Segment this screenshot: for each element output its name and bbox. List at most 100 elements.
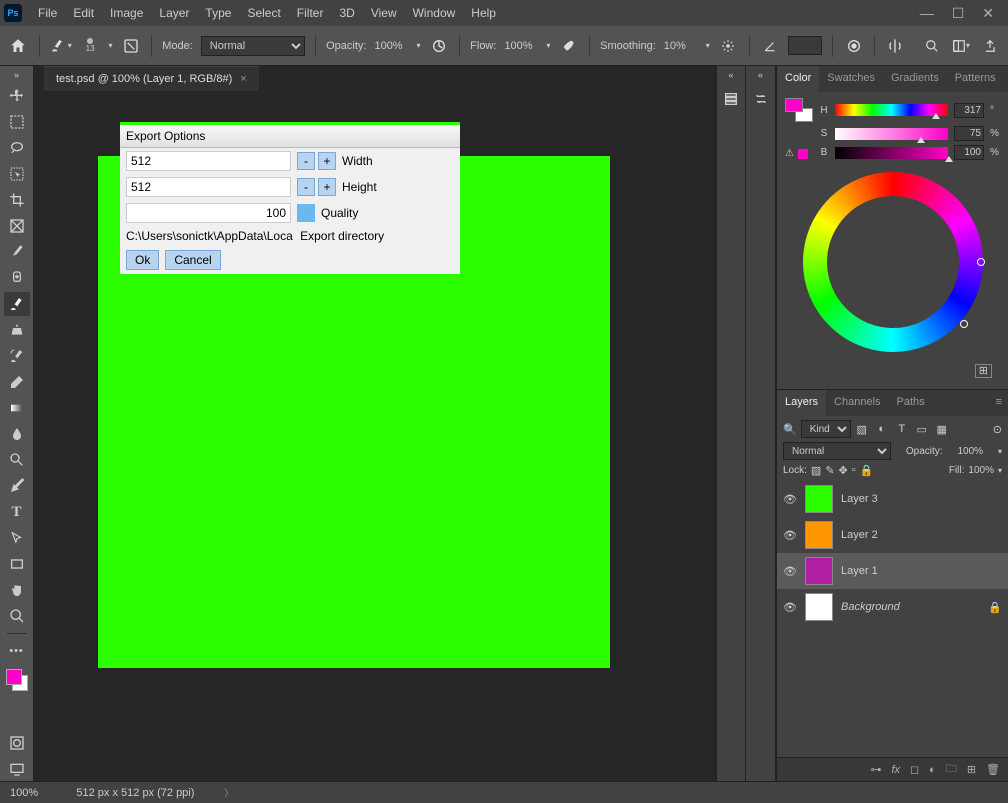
eyedropper-tool[interactable]	[4, 240, 30, 264]
link-layers-icon[interactable]: ⊶	[870, 763, 881, 776]
add-swatch-icon[interactable]: ⊞	[975, 364, 992, 378]
lock-icon[interactable]: 🔒	[988, 601, 1002, 614]
move-tool[interactable]	[4, 84, 30, 108]
lock-artboard-icon[interactable]: ▫	[852, 464, 856, 477]
visibility-icon[interactable]: 👁	[783, 565, 797, 578]
layer-item[interactable]: 👁Layer 3	[777, 481, 1008, 517]
type-tool[interactable]: T	[4, 500, 30, 524]
sat-slider[interactable]	[835, 128, 948, 140]
layer-thumbnail[interactable]	[805, 593, 833, 621]
expand-panel-icon[interactable]: «	[729, 70, 734, 80]
layer-thumbnail[interactable]	[805, 557, 833, 585]
zoom-level[interactable]: 100%	[10, 787, 46, 799]
filter-pixel-icon[interactable]: ▧	[855, 422, 869, 436]
clone-stamp-tool[interactable]	[4, 318, 30, 342]
blur-tool[interactable]	[4, 422, 30, 446]
lasso-tool[interactable]	[4, 136, 30, 160]
layer-mask-icon[interactable]: ◻	[910, 763, 919, 776]
workspace-icon[interactable]: ▾	[950, 35, 971, 57]
wheel-outer-marker[interactable]	[960, 320, 968, 328]
blend-mode-select[interactable]: Normal	[201, 36, 305, 56]
edit-toolbar-icon[interactable]: •••	[4, 639, 30, 663]
airbrush-icon[interactable]	[558, 35, 579, 57]
layer-item[interactable]: 👁 Layer 1	[777, 553, 1008, 589]
smoothing-value[interactable]: 10%	[664, 40, 698, 52]
menu-edit[interactable]: Edit	[65, 2, 102, 24]
history-panel-icon[interactable]	[720, 88, 742, 110]
history-brush-tool[interactable]	[4, 344, 30, 368]
tab-swatches[interactable]: Swatches	[819, 66, 883, 92]
quick-mask-icon[interactable]	[4, 731, 30, 755]
layer-thumbnail[interactable]	[805, 521, 833, 549]
opacity-value[interactable]: 100%	[374, 40, 408, 52]
new-layer-icon[interactable]: ⊞	[967, 763, 976, 776]
pressure-size-icon[interactable]	[843, 35, 864, 57]
brush-size[interactable]: 13	[80, 35, 101, 57]
angle-input[interactable]: 0°	[788, 36, 822, 55]
crop-tool[interactable]	[4, 188, 30, 212]
visibility-icon[interactable]: 👁	[783, 493, 797, 506]
adjustment-layer-icon[interactable]: ◐	[929, 764, 936, 776]
height-decrement[interactable]: -	[297, 178, 315, 196]
maximize-button[interactable]: ☐	[952, 5, 965, 22]
brush-tool[interactable]	[4, 292, 30, 316]
marquee-tool[interactable]	[4, 110, 30, 134]
panel-menu-icon[interactable]: ≡	[1004, 66, 1008, 92]
layer-style-icon[interactable]: fx	[891, 764, 900, 776]
tab-gradients[interactable]: Gradients	[883, 66, 947, 92]
filter-smart-icon[interactable]: ▦	[935, 422, 949, 436]
width-input[interactable]	[126, 151, 291, 171]
wheel-hue-marker[interactable]	[977, 258, 985, 266]
layer-thumbnail[interactable]	[805, 485, 833, 513]
layer-item[interactable]: 👁Background🔒	[777, 589, 1008, 625]
smoothing-options-icon[interactable]	[718, 35, 739, 57]
group-icon[interactable]: 🗀	[946, 760, 957, 779]
collapse-toolbar-icon[interactable]: »	[14, 70, 19, 80]
gamut-warning-icon[interactable]: ⚠	[785, 148, 794, 159]
menu-layer[interactable]: Layer	[151, 2, 197, 24]
tab-color[interactable]: Color	[777, 66, 819, 92]
rectangle-tool[interactable]	[4, 552, 30, 576]
menu-window[interactable]: Window	[405, 2, 464, 24]
layer-opacity-value[interactable]: 100%	[958, 446, 984, 457]
bri-slider[interactable]	[835, 147, 948, 159]
filter-type-icon[interactable]: T	[895, 422, 909, 436]
layer-fill-value[interactable]: 100%	[968, 465, 994, 476]
symmetry-icon[interactable]	[885, 35, 906, 57]
visibility-icon[interactable]: 👁	[783, 529, 797, 542]
pen-tool[interactable]	[4, 474, 30, 498]
lock-transparency-icon[interactable]: ▨	[811, 464, 821, 477]
tab-layers[interactable]: Layers	[777, 390, 826, 416]
lock-all-icon[interactable]: 🔒	[860, 464, 874, 477]
lock-position-icon[interactable]: ✥	[839, 464, 848, 477]
hand-tool[interactable]	[4, 578, 30, 602]
healing-brush-tool[interactable]	[4, 266, 30, 290]
menu-help[interactable]: Help	[463, 2, 504, 24]
pressure-opacity-icon[interactable]	[428, 35, 449, 57]
canvas-area[interactable]: test.psd @ 100% (Layer 1, RGB/8#) × Expo…	[34, 66, 716, 781]
search-icon[interactable]	[922, 35, 943, 57]
height-input[interactable]	[126, 177, 291, 197]
flow-value[interactable]: 100%	[504, 40, 538, 52]
width-decrement[interactable]: -	[297, 152, 315, 170]
bri-input[interactable]	[954, 145, 984, 160]
brush-panel-toggle-icon[interactable]	[120, 35, 141, 57]
layer-name[interactable]: Layer 1	[841, 565, 878, 577]
visibility-icon[interactable]: 👁	[783, 601, 797, 614]
frame-tool[interactable]	[4, 214, 30, 238]
screen-mode-icon[interactable]	[4, 757, 30, 781]
minimize-button[interactable]: —	[920, 5, 934, 22]
expand-panel-icon-2[interactable]: «	[758, 70, 763, 80]
layer-name[interactable]: Layer 2	[841, 529, 878, 541]
color-wheel[interactable]	[785, 164, 1000, 364]
eraser-tool[interactable]	[4, 370, 30, 394]
fg-bg-swatch[interactable]	[785, 98, 813, 122]
menu-image[interactable]: Image	[102, 2, 151, 24]
height-increment[interactable]: +	[318, 178, 336, 196]
gradient-tool[interactable]	[4, 396, 30, 420]
object-selection-tool[interactable]	[4, 162, 30, 186]
filter-kind-select[interactable]: Kind	[801, 420, 851, 438]
brush-preset-icon[interactable]: ▾	[50, 35, 72, 57]
sat-input[interactable]	[954, 126, 984, 141]
tab-paths[interactable]: Paths	[889, 390, 933, 416]
